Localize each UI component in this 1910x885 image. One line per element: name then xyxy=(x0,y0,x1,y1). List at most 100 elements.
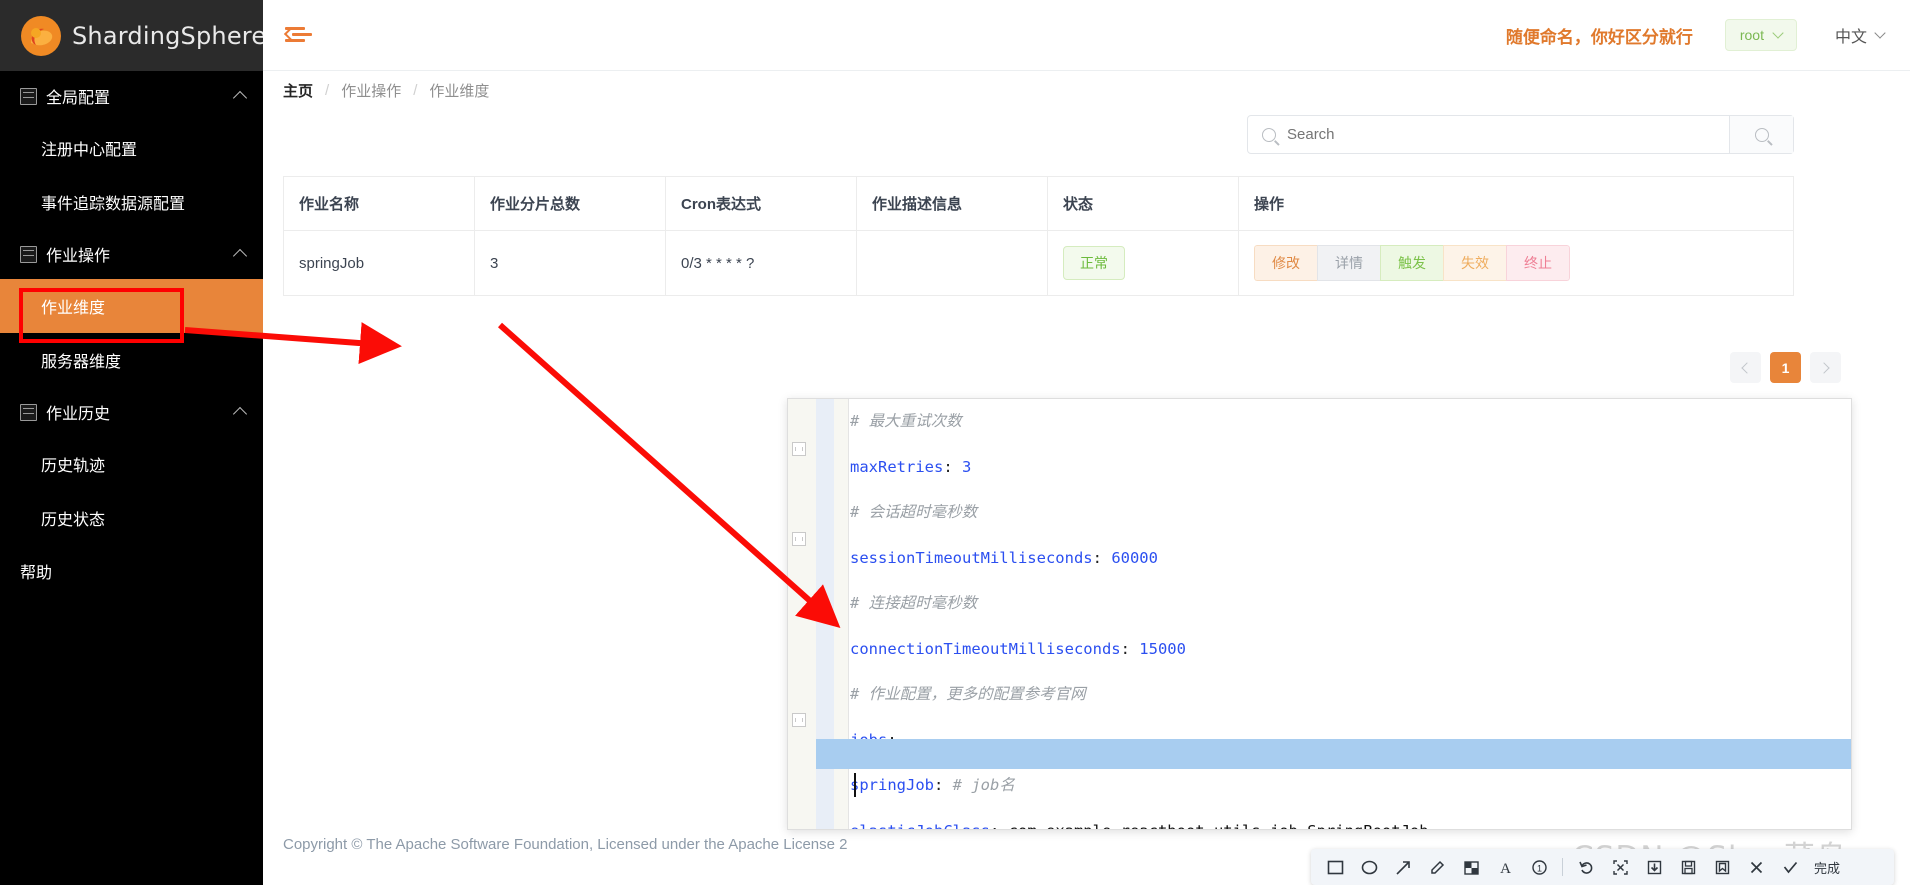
brand-logo-area[interactable]: ShardingSphere xyxy=(0,0,266,71)
editor-token: sessionTimeoutMilliseconds xyxy=(850,548,1093,567)
sidebar-group-job-history[interactable]: 作业历史 xyxy=(0,387,263,437)
editor-token: # 会话超时毫秒数 xyxy=(850,503,978,521)
editor-token: connectionTimeoutMilliseconds xyxy=(850,639,1121,658)
language-selector[interactable]: 中文 xyxy=(1834,23,1886,47)
language-label: 中文 xyxy=(1834,29,1867,46)
header-right-area: 随便命名，你好区分就行 root 中文 xyxy=(1506,19,1910,51)
jobs-table: 作业名称 作业分片总数 Cron表达式 作业描述信息 状态 操作 springJ… xyxy=(283,176,1794,296)
pagination-prev[interactable] xyxy=(1730,352,1761,383)
user-name-label: root xyxy=(1739,27,1764,43)
pagination: 1 xyxy=(1730,352,1841,383)
ellipse-icon[interactable] xyxy=(1353,852,1385,882)
terminate-button[interactable]: 终止 xyxy=(1506,245,1570,281)
arrow-icon[interactable] xyxy=(1387,852,1419,882)
sidebar-item-label: 注册中心配置 xyxy=(41,142,138,159)
sidebar-item-registry-config[interactable]: 注册中心配置 xyxy=(0,121,263,175)
breadcrumb-separator: / xyxy=(413,82,418,99)
close-icon[interactable] xyxy=(1740,852,1772,882)
editor-token: maxRetries xyxy=(850,457,944,476)
cell-job-name: springJob xyxy=(283,230,475,296)
editor-selected-line xyxy=(816,739,1851,769)
editor-token: # 连接超时毫秒数 xyxy=(850,594,978,612)
chevron-up-icon xyxy=(232,248,248,264)
editor-token: elasticJobClass xyxy=(850,822,990,830)
pin-icon[interactable] xyxy=(1706,852,1738,882)
editor-token: : xyxy=(1120,639,1140,658)
editor-token: # 作业配置，更多的配置参考官网 xyxy=(850,685,1086,703)
pencil-icon[interactable] xyxy=(1421,852,1453,882)
row-action-group: 修改 详情 触发 失效 终止 xyxy=(1254,245,1570,281)
sidebar-group-label: 全局配置 xyxy=(46,90,111,107)
text-icon[interactable]: A xyxy=(1489,852,1521,882)
editor-token: # job名 xyxy=(952,776,1015,794)
mosaic-icon[interactable] xyxy=(1455,852,1487,882)
editor-line: sessionTimeoutMilliseconds: 60000 xyxy=(850,536,1851,582)
check-icon[interactable] xyxy=(1774,852,1806,882)
editor-line: # 最大重试次数 xyxy=(850,399,1851,445)
ocr-icon[interactable] xyxy=(1604,852,1636,882)
top-header: 随便命名，你好区分就行 root 中文 xyxy=(263,0,1910,71)
column-header-actions: 操作 xyxy=(1238,176,1794,231)
cell-actions: 修改 详情 触发 失效 终止 xyxy=(1238,230,1794,296)
svg-text:1: 1 xyxy=(1536,863,1541,873)
fold-handle-icon[interactable] xyxy=(792,713,806,727)
cell-cron: 0/3 * * * * ? xyxy=(665,230,857,296)
sidebar-item-event-trace-datasource[interactable]: 事件追踪数据源配置 xyxy=(0,175,263,229)
user-menu-button[interactable]: root xyxy=(1724,19,1797,51)
search-button[interactable] xyxy=(1729,116,1793,153)
sidebar-group-label: 作业历史 xyxy=(46,406,111,423)
sidebar-item-help[interactable]: 帮助 xyxy=(0,545,263,597)
chevron-left-icon xyxy=(1741,361,1753,374)
chevron-up-icon xyxy=(232,90,248,106)
editor-line: springJob: # job名 xyxy=(850,763,1851,809)
column-header-status: 状态 xyxy=(1047,176,1239,231)
disable-button[interactable]: 失效 xyxy=(1443,245,1506,281)
search-icon xyxy=(1754,127,1769,142)
rectangle-icon[interactable] xyxy=(1319,852,1351,882)
save-icon[interactable] xyxy=(1672,852,1704,882)
trigger-button[interactable]: 触发 xyxy=(1380,245,1443,281)
editor-line: # 作业配置，更多的配置参考官网 xyxy=(850,672,1851,718)
pagination-page-1[interactable]: 1 xyxy=(1770,352,1801,383)
cell-status: 正常 xyxy=(1047,230,1239,296)
breadcrumb-item-job-dimension[interactable]: 作业维度 xyxy=(429,80,489,101)
editor-token: 3 xyxy=(962,457,972,476)
editor-line: connectionTimeoutMilliseconds: 15000 xyxy=(850,627,1851,673)
pagination-next[interactable] xyxy=(1810,352,1841,383)
sidebar-item-history-trace[interactable]: 历史轨迹 xyxy=(0,437,263,491)
sidebar-item-history-status[interactable]: 历史状态 xyxy=(0,491,263,545)
search-input[interactable] xyxy=(1285,125,1729,144)
menu-collapse-icon[interactable] xyxy=(283,24,312,46)
sidebar-group-global-config[interactable]: 全局配置 xyxy=(0,71,263,121)
undo-icon[interactable] xyxy=(1570,852,1602,882)
breadcrumb-item-job-operation[interactable]: 作业操作 xyxy=(341,80,401,101)
sidebar-group-job-operation[interactable]: 作业操作 xyxy=(0,229,263,279)
number-badge-icon[interactable]: 1 xyxy=(1523,852,1555,882)
editor-caret xyxy=(854,773,856,797)
done-button[interactable]: 完成 xyxy=(1808,858,1846,877)
search-field[interactable] xyxy=(1248,116,1729,153)
breadcrumb-home[interactable]: 主页 xyxy=(283,80,313,101)
column-header-cron: Cron表达式 xyxy=(665,176,857,231)
sphere-logo-icon xyxy=(18,13,64,59)
sidebar-item-job-dimension[interactable]: 作业维度 xyxy=(0,279,263,333)
edit-button[interactable]: 修改 xyxy=(1254,245,1317,281)
download-icon[interactable] xyxy=(1638,852,1670,882)
cell-description xyxy=(856,230,1048,296)
sidebar-group-label: 作业操作 xyxy=(46,248,111,265)
sidebar-item-server-dimension[interactable]: 服务器维度 xyxy=(0,333,263,387)
table-header-row: 作业名称 作业分片总数 Cron表达式 作业描述信息 状态 操作 xyxy=(283,176,1794,231)
sidebar-item-label: 作业维度 xyxy=(41,300,106,317)
fold-handle-icon[interactable] xyxy=(792,532,806,546)
fold-handle-icon[interactable] xyxy=(792,442,806,456)
editor-token: : xyxy=(934,776,953,794)
sidebar: ShardingSphere 全局配置 注册中心配置 事件追踪数据源配置 作业操… xyxy=(0,0,266,885)
yaml-code-editor[interactable]: # 最大重试次数 maxRetries: 3 # 会话超时毫秒数 session… xyxy=(787,398,1852,830)
editor-line: # 连接超时毫秒数 xyxy=(850,581,1851,627)
detail-button[interactable]: 详情 xyxy=(1317,245,1380,281)
sidebar-item-label: 事件追踪数据源配置 xyxy=(41,196,186,213)
table-row: springJob 3 0/3 * * * * ? 正常 修改 详情 触发 失效… xyxy=(283,230,1794,296)
search-bar xyxy=(1247,115,1794,154)
chevron-up-icon xyxy=(232,406,248,422)
sidebar-item-label: 历史状态 xyxy=(41,512,106,529)
